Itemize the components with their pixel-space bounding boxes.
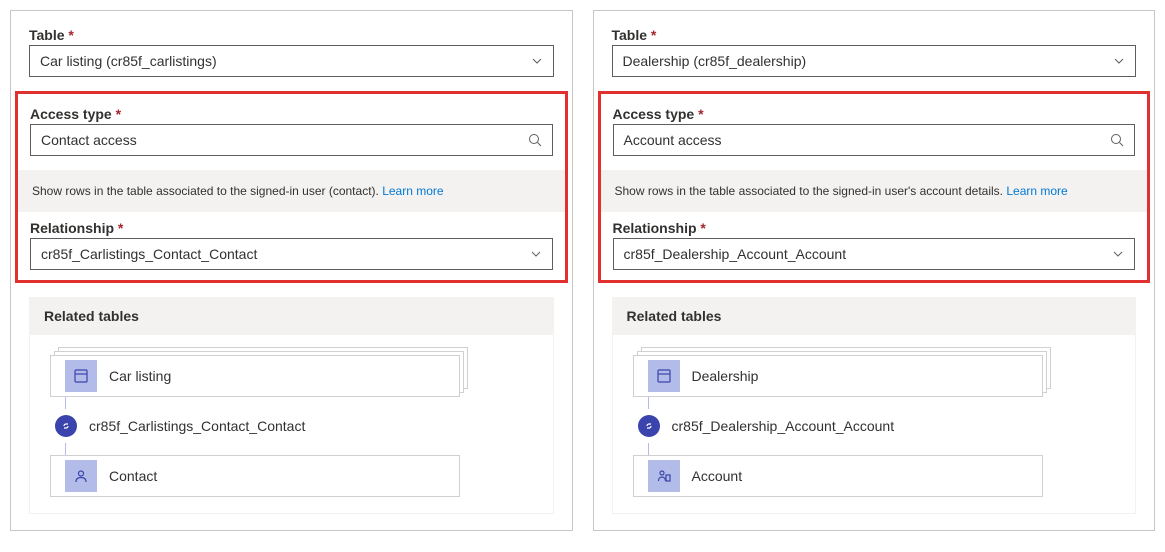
required-asterisk: * <box>118 220 123 236</box>
label-relationship: Relationship * <box>613 220 1136 236</box>
required-asterisk: * <box>116 106 121 122</box>
chevron-down-icon <box>1112 248 1124 260</box>
related-top-label: Car listing <box>109 368 171 384</box>
helper-text: Show rows in the table associated to the… <box>18 170 565 212</box>
chevron-down-icon <box>530 248 542 260</box>
required-asterisk: * <box>700 220 705 236</box>
highlight-box: Access type * Contact access Show rows i… <box>15 91 568 283</box>
table-icon <box>648 360 680 392</box>
related-link-label: cr85f_Carlistings_Contact_Contact <box>89 418 305 434</box>
relationship-value: cr85f_Dealership_Account_Account <box>624 246 847 262</box>
person-icon <box>65 460 97 492</box>
search-icon <box>528 133 542 147</box>
access-type-value: Account access <box>624 132 722 148</box>
related-bottom-item: Contact <box>50 455 533 497</box>
related-link-item: cr85f_Carlistings_Contact_Contact <box>50 415 533 437</box>
related-bottom-item: Account <box>633 455 1116 497</box>
related-bottom-label: Contact <box>109 468 157 484</box>
connector-line <box>648 443 649 455</box>
related-tables-header: Related tables <box>612 297 1137 335</box>
connector-line <box>65 397 66 409</box>
helper-text: Show rows in the table associated to the… <box>601 170 1148 212</box>
access-type-lookup[interactable]: Account access <box>613 124 1136 156</box>
related-link-label: cr85f_Dealership_Account_Account <box>672 418 895 434</box>
related-bottom-label: Account <box>692 468 743 484</box>
chevron-down-icon <box>1113 55 1125 67</box>
table-select-value: Car listing (cr85f_carlistings) <box>40 53 217 69</box>
required-asterisk: * <box>651 27 656 43</box>
building-icon <box>648 460 680 492</box>
search-icon <box>1110 133 1124 147</box>
label-access-type: Access type * <box>613 106 1136 122</box>
connector-line <box>65 443 66 455</box>
learn-more-link[interactable]: Learn more <box>1006 184 1067 198</box>
label-access-type: Access type * <box>30 106 553 122</box>
relationship-select[interactable]: cr85f_Carlistings_Contact_Contact <box>30 238 553 270</box>
related-top-item: Dealership <box>633 355 1116 397</box>
related-table-card: Car listing <box>50 355 460 397</box>
access-type-lookup[interactable]: Contact access <box>30 124 553 156</box>
table-select[interactable]: Car listing (cr85f_carlistings) <box>29 45 554 77</box>
related-table-card: Account <box>633 455 1043 497</box>
learn-more-link[interactable]: Learn more <box>382 184 443 198</box>
related-table-card: Contact <box>50 455 460 497</box>
related-top-item: Car listing <box>50 355 533 397</box>
table-icon <box>65 360 97 392</box>
label-table: Table * <box>612 27 1137 43</box>
config-panel-left: Table * Car listing (cr85f_carlistings) … <box>10 10 573 531</box>
related-tables-header: Related tables <box>29 297 554 335</box>
required-asterisk: * <box>698 106 703 122</box>
connector-line <box>648 397 649 409</box>
config-panel-right: Table * Dealership (cr85f_dealership) Ac… <box>593 10 1156 531</box>
label-table: Table * <box>29 27 554 43</box>
link-icon <box>55 415 77 437</box>
relationship-select[interactable]: cr85f_Dealership_Account_Account <box>613 238 1136 270</box>
related-tables-body: Dealership cr85f_Dealership_Account_Acco… <box>612 335 1137 514</box>
required-asterisk: * <box>68 27 73 43</box>
chevron-down-icon <box>531 55 543 67</box>
link-icon <box>638 415 660 437</box>
relationship-value: cr85f_Carlistings_Contact_Contact <box>41 246 257 262</box>
access-type-value: Contact access <box>41 132 137 148</box>
label-relationship: Relationship * <box>30 220 553 236</box>
related-table-card: Dealership <box>633 355 1043 397</box>
related-top-label: Dealership <box>692 368 759 384</box>
table-select-value: Dealership (cr85f_dealership) <box>623 53 807 69</box>
related-link-item: cr85f_Dealership_Account_Account <box>633 415 1116 437</box>
related-tables-body: Car listing cr85f_Carlistings_Contact_Co… <box>29 335 554 514</box>
highlight-box: Access type * Account access Show rows i… <box>598 91 1151 283</box>
table-select[interactable]: Dealership (cr85f_dealership) <box>612 45 1137 77</box>
